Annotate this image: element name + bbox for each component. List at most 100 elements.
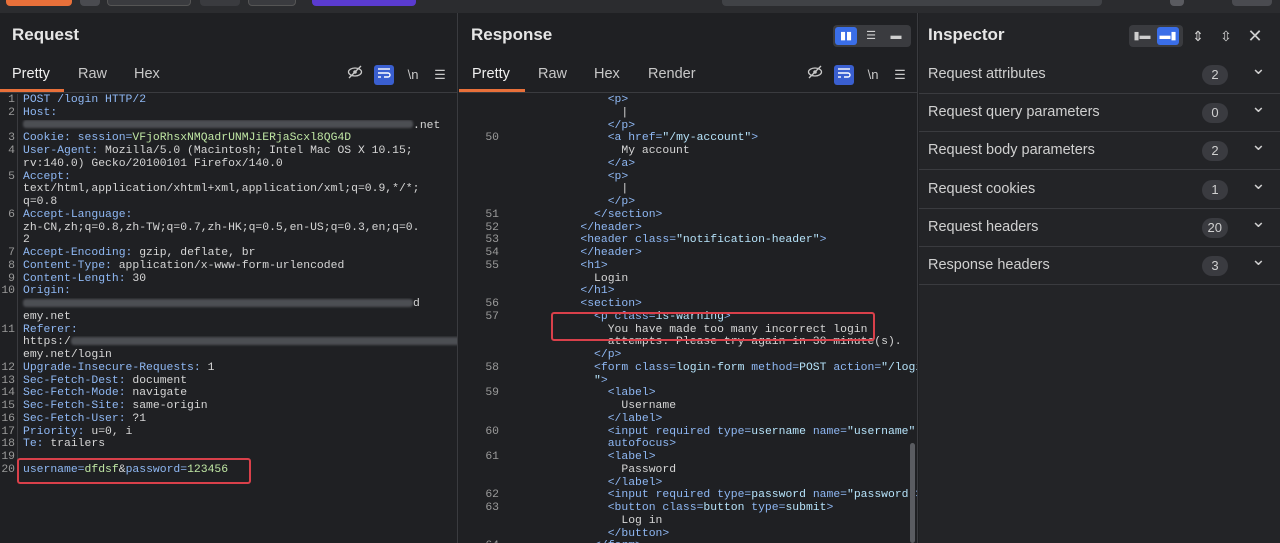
request-editor[interactable]: 1 POST /login HTTP/2 2 Host: .net 3 Cookie: se… xyxy=(0,94,457,543)
tab-response-raw[interactable]: Raw xyxy=(538,66,567,82)
request-line[interactable]: 11 Referer: xyxy=(0,323,457,337)
chevron-down-icon[interactable]: ⌄ xyxy=(1251,249,1266,270)
response-line[interactable]: </a> xyxy=(459,158,917,171)
settings-icon[interactable] xyxy=(80,0,100,6)
request-line[interactable]: 5 Accept: xyxy=(0,170,457,184)
expand-all-icon[interactable]: ⇕ xyxy=(1189,25,1207,47)
response-line[interactable]: 54 </header> xyxy=(459,247,917,260)
chevron-down-icon[interactable]: ⌄ xyxy=(1251,96,1266,117)
response-line[interactable]: 60 <input required type=username name="u… xyxy=(459,426,917,439)
edit-icon[interactable] xyxy=(1170,0,1184,6)
request-line[interactable]: 6 Accept-Language: xyxy=(0,208,457,222)
response-line[interactable]: </p> xyxy=(459,120,917,133)
inspector-section[interactable]: Request body parameters 2 ⌄ xyxy=(919,132,1280,171)
inspector-layout-left-icon[interactable]: ▮▬ xyxy=(1131,27,1153,45)
response-line[interactable]: 63 <button class=button type=submit> xyxy=(459,502,917,515)
response-line[interactable]: Password xyxy=(459,464,917,477)
response-line[interactable]: attempts. Please try again in 30 minute(… xyxy=(459,336,917,349)
response-line[interactable]: <p> xyxy=(459,94,917,107)
request-line[interactable]: 13 Sec-Fetch-Dest: document xyxy=(0,374,457,388)
request-line[interactable]: emy.net/login xyxy=(0,349,457,362)
tab-request-raw[interactable]: Raw xyxy=(78,66,107,82)
request-line[interactable]: q=0.8 xyxy=(0,196,457,209)
request-line[interactable]: text/html,application/xhtml+xml,applicat… xyxy=(0,183,457,196)
response-line[interactable]: <p> xyxy=(459,171,917,184)
response-line[interactable]: 55 <h1> xyxy=(459,260,917,273)
request-line[interactable]: 16 Sec-Fetch-User: ?1 xyxy=(0,412,457,426)
request-line[interactable]: 3 Cookie: session=VFjoRhsxNMQadrUNMJiERja… xyxy=(0,132,457,145)
response-line[interactable]: 56 <section> xyxy=(459,298,917,311)
history-back-button[interactable] xyxy=(200,0,240,6)
tab-response-pretty[interactable]: Pretty xyxy=(472,66,510,82)
response-line[interactable]: 53 <header class="notification-header"> xyxy=(459,234,917,247)
response-line[interactable]: </h1> xyxy=(459,285,917,298)
request-line[interactable]: 8 Content-Type: application/x-www-form-ur… xyxy=(0,259,457,273)
action-button[interactable] xyxy=(312,0,416,6)
inspector-section[interactable]: Request attributes 2 ⌄ xyxy=(919,56,1280,94)
hide-nonprintable-icon[interactable] xyxy=(345,65,365,85)
request-line[interactable]: 15 Sec-Fetch-Site: same-origin xyxy=(0,400,457,413)
history-forward-button[interactable] xyxy=(248,0,296,6)
inspector-section[interactable]: Request cookies 1 ⌄ xyxy=(919,171,1280,209)
show-newline-icon[interactable]: \n xyxy=(403,65,423,85)
response-line[interactable]: 51 </section> xyxy=(459,209,917,222)
layout-rows-icon[interactable]: ☰ xyxy=(860,27,882,45)
response-line[interactable]: </label> xyxy=(459,413,917,426)
response-line[interactable]: Username xyxy=(459,400,917,413)
response-line[interactable]: 62 <input required type=password name="p… xyxy=(459,489,917,502)
request-line[interactable]: d xyxy=(0,298,457,311)
request-line[interactable]: 7 Accept-Encoding: gzip, deflate, br xyxy=(0,247,457,260)
request-line[interactable]: 2 xyxy=(0,234,457,247)
inspector-layout-right-icon[interactable]: ▬▮ xyxy=(1157,27,1179,45)
chevron-down-icon[interactable]: ⌄ xyxy=(1251,58,1266,79)
request-line[interactable]: rv:140.0) Gecko/20100101 Firefox/140.0 xyxy=(0,157,457,171)
request-line[interactable]: 4 User-Agent: Mozilla/5.0 (Macintosh; Int… xyxy=(0,145,457,158)
response-line[interactable]: </button> xyxy=(459,528,917,541)
tab-request-hex[interactable]: Hex xyxy=(134,66,160,82)
request-line[interactable]: 10 Origin: xyxy=(0,285,457,298)
response-line[interactable]: </label> xyxy=(459,477,917,490)
request-line[interactable]: zh-CN,zh;q=0.8,zh-TW;q=0.7,zh-HK;q=0.5,e… xyxy=(0,221,457,235)
response-line[interactable]: Log in xyxy=(459,515,917,528)
collapse-all-icon[interactable]: ⇳ xyxy=(1217,25,1235,47)
request-line[interactable]: .net xyxy=(0,119,457,133)
layout-columns-icon[interactable]: ▮▮ xyxy=(835,27,857,45)
request-line[interactable]: 2 Host: xyxy=(0,106,457,120)
chevron-down-icon[interactable]: ⌄ xyxy=(1251,134,1266,155)
response-line[interactable]: 50 <a href="/my-account"> xyxy=(459,132,917,145)
menu-icon[interactable]: ☰ xyxy=(430,65,450,85)
response-line[interactable]: | xyxy=(459,107,917,120)
response-line[interactable]: 58 <form class=login-form method=POST ac… xyxy=(459,362,917,375)
layout-single-icon[interactable]: ▬ xyxy=(885,27,907,45)
word-wrap-icon[interactable] xyxy=(834,65,854,85)
response-line[interactable]: autofocus> xyxy=(459,438,917,451)
hide-nonprintable-icon[interactable] xyxy=(805,65,825,85)
menu-icon[interactable]: ☰ xyxy=(890,65,910,85)
response-line[interactable]: Login xyxy=(459,273,917,286)
response-line[interactable]: "> xyxy=(459,375,917,388)
show-newline-icon[interactable]: \n xyxy=(863,65,883,85)
tab-request-pretty[interactable]: Pretty xyxy=(12,66,50,82)
request-line[interactable]: 18 Te: trailers xyxy=(0,438,457,451)
response-line[interactable]: 57 <p class=is-warning> xyxy=(459,311,917,324)
tab-response-render[interactable]: Render xyxy=(648,66,696,82)
response-line[interactable]: | xyxy=(459,183,917,196)
response-scrollbar[interactable] xyxy=(910,443,915,543)
request-line[interactable]: 12 Upgrade-Insecure-Requests: 1 xyxy=(0,361,457,375)
target-field[interactable] xyxy=(107,0,191,6)
word-wrap-icon[interactable] xyxy=(374,65,394,85)
request-line[interactable]: 9 Content-Length: 30 xyxy=(0,272,457,286)
response-line[interactable]: </p> xyxy=(459,196,917,209)
inspector-section[interactable]: Response headers 3 ⌄ xyxy=(919,247,1280,285)
response-line[interactable]: My account xyxy=(459,145,917,158)
response-line[interactable]: 61 <label> xyxy=(459,451,917,464)
request-line[interactable]: 20 username=dfdsf&password=123456 xyxy=(0,463,457,477)
send-button[interactable] xyxy=(6,0,72,6)
tab-response-hex[interactable]: Hex xyxy=(594,66,620,82)
inspector-section[interactable]: Request headers 20 ⌄ xyxy=(919,209,1280,247)
response-line[interactable]: You have made too many incorrect login xyxy=(459,324,917,337)
request-line[interactable]: emy.net xyxy=(0,310,457,324)
request-line[interactable]: https:/d xyxy=(0,336,457,349)
inspector-section[interactable]: Request query parameters 0 ⌄ xyxy=(919,94,1280,133)
response-line[interactable]: 52 </header> xyxy=(459,222,917,235)
